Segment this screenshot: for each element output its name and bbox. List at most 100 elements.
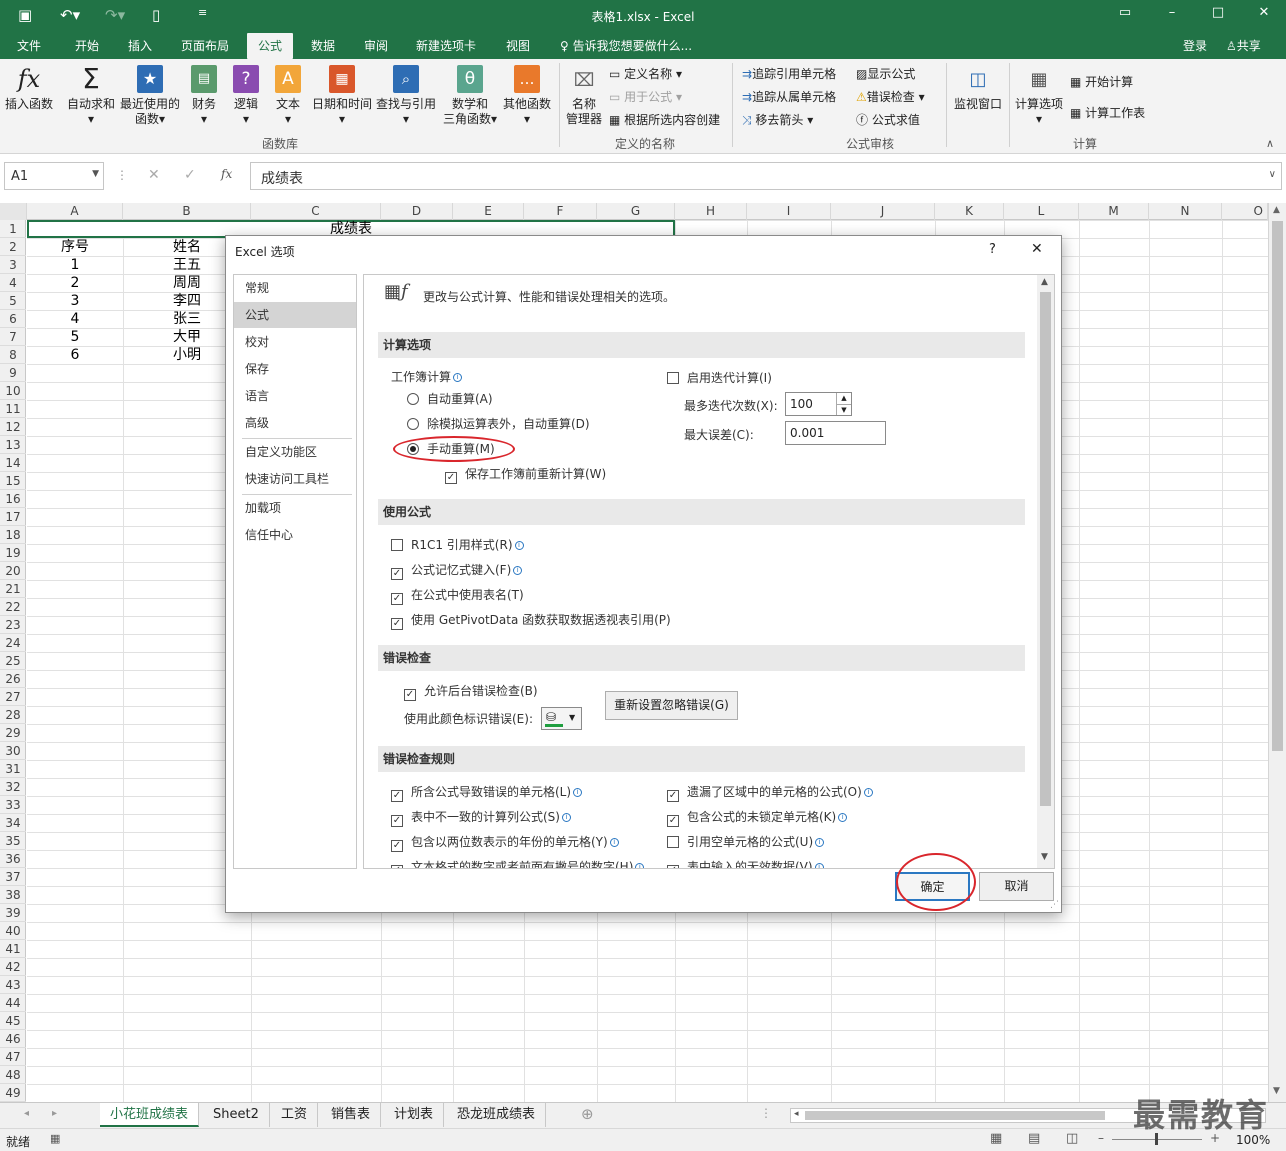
row-header[interactable]: 44: [0, 994, 26, 1012]
row-header[interactable]: 11: [0, 400, 26, 418]
rule-unlocked-formula-cells[interactable]: ✓ 包含公式的未锁定单元格(K) i: [667, 810, 848, 827]
tab-page-layout[interactable]: 页面布局: [178, 37, 232, 54]
remove-arrows-button[interactable]: ⤨ 移去箭头 ▾: [742, 111, 813, 128]
scroll-thumb[interactable]: [805, 1111, 1105, 1120]
show-formulas-button[interactable]: ▨显示公式: [856, 65, 915, 82]
macro-record-icon[interactable]: ▦: [50, 1132, 60, 1145]
row-header[interactable]: 7: [0, 328, 26, 346]
maximize-icon[interactable]: □: [1206, 5, 1230, 25]
row-header[interactable]: 10: [0, 382, 26, 400]
recently-used-button[interactable]: ★ 最近使用的 函数▾: [118, 65, 182, 127]
select-all-corner[interactable]: [0, 203, 27, 220]
insert-function-button[interactable]: fx 插入函数: [4, 65, 54, 112]
rule-error-formulas[interactable]: ✓ 所含公式导致错误的单元格(L) i: [391, 785, 583, 802]
tab-new[interactable]: 新建选项卡: [414, 37, 478, 54]
calculate-sheet-button[interactable]: ▦ 计算工作表: [1070, 104, 1145, 121]
row-header[interactable]: 14: [0, 454, 26, 472]
column-header[interactable]: L: [1004, 203, 1079, 220]
scroll-up-icon[interactable]: ▲: [1273, 205, 1280, 215]
trace-precedents-button[interactable]: ⇉追踪引用单元格: [742, 65, 836, 82]
collapse-ribbon-icon[interactable]: ∧: [1266, 137, 1274, 150]
help-icon[interactable]: ?: [989, 242, 996, 257]
radio-auto-except-tables[interactable]: 除模拟运算表外，自动重算(D): [407, 417, 590, 431]
nav-language[interactable]: 语言: [234, 383, 356, 409]
autosum-button[interactable]: Σ 自动求和 ▾: [64, 65, 118, 127]
column-header[interactable]: J: [831, 203, 935, 220]
page-break-view-icon[interactable]: ◫: [1066, 1131, 1078, 1146]
row-header[interactable]: 39: [0, 904, 26, 922]
column-header[interactable]: I: [747, 203, 831, 220]
tell-me-search[interactable]: ♀ 告诉我您想要做什么...: [560, 37, 692, 54]
scroll-down-icon[interactable]: ▼: [1273, 1086, 1280, 1096]
row-header[interactable]: 21: [0, 580, 26, 598]
row-header[interactable]: 25: [0, 652, 26, 670]
formula-input[interactable]: 成绩表 ∨: [250, 162, 1282, 190]
checkbox-recalc-before-save[interactable]: ✓ 保存工作簿前重新计算(W): [445, 467, 606, 484]
close-icon[interactable]: ✕: [1031, 241, 1043, 257]
header-cell[interactable]: 序号: [27, 238, 123, 256]
text-button[interactable]: A 文本 ▾: [270, 65, 306, 127]
name-manager-button[interactable]: ⌧ 名称 管理器: [562, 69, 606, 127]
rule-empty-cell-refs[interactable]: 引用空单元格的公式(U) i: [667, 835, 825, 849]
row-header[interactable]: 42: [0, 958, 26, 976]
max-change-input[interactable]: 0.001: [785, 421, 886, 445]
resize-grip-icon[interactable]: ⋰: [1050, 900, 1059, 910]
row-header[interactable]: 20: [0, 562, 26, 580]
scroll-left-icon[interactable]: ◂: [794, 1109, 799, 1119]
nav-proofing[interactable]: 校对: [234, 329, 356, 355]
scroll-down-icon[interactable]: ▼: [1041, 852, 1048, 862]
prev-sheet-icon[interactable]: ◂: [24, 1108, 29, 1119]
tab-insert[interactable]: 插入: [126, 37, 154, 54]
checkbox-background-error-check[interactable]: ✓ 允许后台错误检查(B): [404, 684, 538, 701]
row-header[interactable]: 28: [0, 706, 26, 724]
row-header[interactable]: 6: [0, 310, 26, 328]
row-header[interactable]: 45: [0, 1012, 26, 1030]
minimize-icon[interactable]: –: [1160, 5, 1184, 25]
sheet-tab[interactable]: 计划表: [384, 1103, 445, 1127]
scroll-thumb[interactable]: [1040, 292, 1051, 806]
row-header[interactable]: 13: [0, 436, 26, 454]
checkbox-getpivotdata[interactable]: ✓ 使用 GetPivotData 函数获取数据透视表引用(P): [391, 613, 671, 630]
checkbox-formula-autocomplete[interactable]: ✓ 公式记忆式键入(F) i: [391, 563, 523, 580]
row-header[interactable]: 2: [0, 238, 26, 256]
logical-button[interactable]: ? 逻辑 ▾: [228, 65, 264, 127]
evaluate-formula-button[interactable]: ⓕ 公式求值: [856, 111, 920, 128]
row-header[interactable]: 4: [0, 274, 26, 292]
nav-quick-access[interactable]: 快速访问工具栏: [234, 466, 356, 492]
column-header[interactable]: O: [1222, 203, 1268, 220]
vertical-scrollbar[interactable]: ▲ ▼: [1268, 203, 1286, 1102]
row-header[interactable]: 5: [0, 292, 26, 310]
calculate-now-button[interactable]: ▦ 开始计算: [1070, 73, 1133, 90]
row-header[interactable]: 41: [0, 940, 26, 958]
sheet-tab[interactable]: 恐龙班成绩表: [447, 1103, 547, 1127]
nav-save[interactable]: 保存: [234, 356, 356, 382]
tab-splitter-icon[interactable]: ⋮: [760, 1106, 772, 1120]
row-header[interactable]: 8: [0, 346, 26, 364]
rule-invalid-table-data[interactable]: ✓表中输入的无效数据(V)i: [667, 860, 824, 868]
nav-add-ins[interactable]: 加载项: [234, 495, 356, 521]
column-header[interactable]: N: [1149, 203, 1222, 220]
define-name-button[interactable]: ▭ 定义名称 ▾: [609, 65, 682, 82]
row-header[interactable]: 23: [0, 616, 26, 634]
tab-home[interactable]: 开始: [72, 37, 102, 54]
close-window-icon[interactable]: ✕: [1252, 5, 1276, 25]
expand-formula-icon[interactable]: ∨: [1269, 169, 1276, 180]
name-box[interactable]: A1 ▼: [4, 162, 104, 190]
row-header[interactable]: 9: [0, 364, 26, 382]
column-header[interactable]: E: [453, 203, 524, 220]
tab-review[interactable]: 审阅: [362, 37, 390, 54]
ribbon-display-icon[interactable]: ▭: [1113, 5, 1137, 25]
reset-ignored-errors-button[interactable]: 重新设置忽略错误(G): [605, 691, 738, 720]
nav-trust-center[interactable]: 信任中心: [234, 522, 356, 548]
scroll-up-icon[interactable]: ▲: [1041, 277, 1048, 287]
row-header[interactable]: 26: [0, 670, 26, 688]
cancel-button[interactable]: 取消: [979, 872, 1054, 901]
row-header[interactable]: 3: [0, 256, 26, 274]
tab-view[interactable]: 视图: [504, 37, 532, 54]
error-checking-button[interactable]: ⚠错误检查 ▾: [856, 88, 925, 105]
tab-formulas[interactable]: 公式: [247, 33, 293, 59]
row-header[interactable]: 24: [0, 634, 26, 652]
row-header[interactable]: 37: [0, 868, 26, 886]
page-layout-view-icon[interactable]: ▤: [1028, 1131, 1040, 1146]
date-time-button[interactable]: ▦ 日期和时间 ▾: [310, 65, 374, 127]
